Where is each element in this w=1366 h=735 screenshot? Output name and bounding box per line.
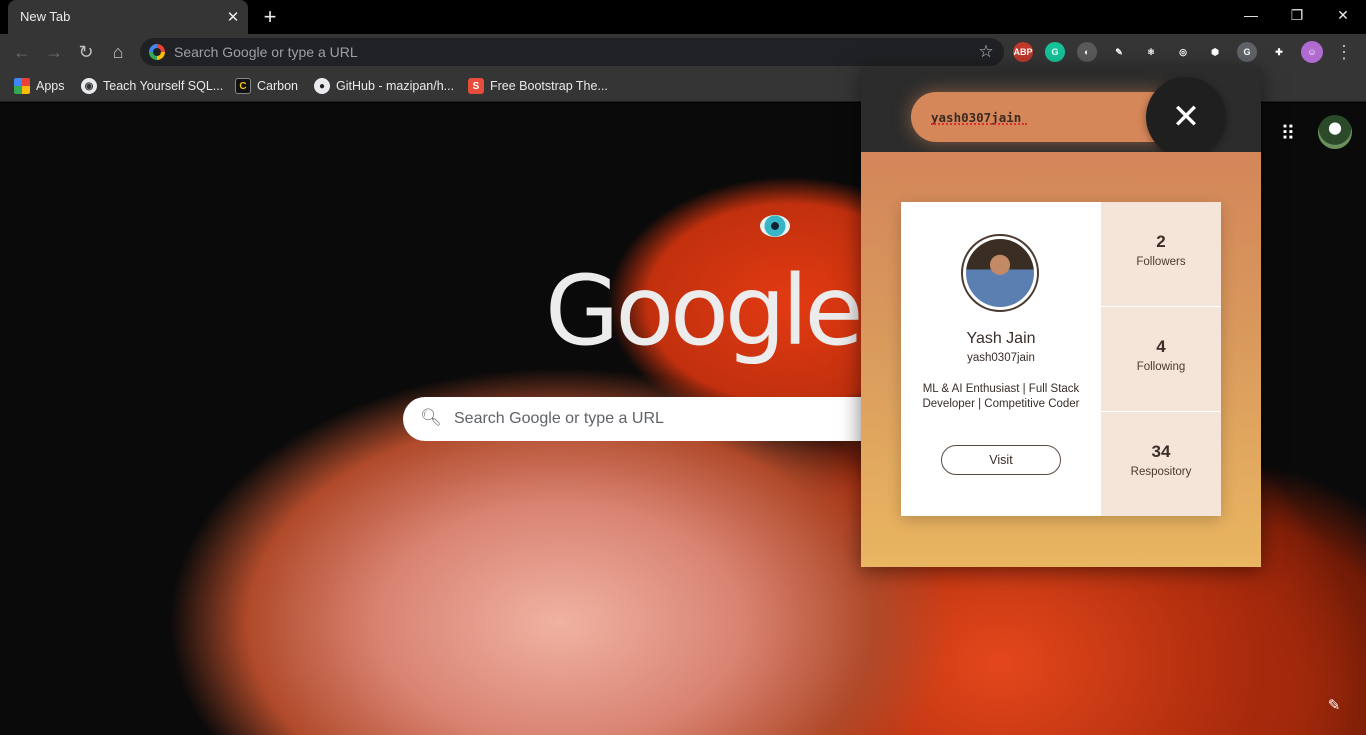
bookmark-label: Teach Yourself SQL... — [103, 79, 224, 93]
spellcheck-underline — [931, 123, 1027, 125]
google-logo: Google — [545, 255, 864, 367]
profile-avatar — [961, 234, 1039, 312]
profile-username: yash0307jain — [967, 352, 1035, 364]
pen-extension-icon[interactable]: ✎ — [1109, 42, 1129, 62]
search-icon: 🔍︎ — [420, 408, 442, 427]
stat-value: 34 — [1151, 442, 1171, 461]
bookmark-apps[interactable]: Apps — [14, 76, 65, 96]
menu-kebab-icon[interactable]: ⋮ — [1330, 38, 1358, 66]
back-arrow-icon[interactable]: ← — [8, 38, 36, 66]
omnibox[interactable]: Search Google or type a URL ☆ — [140, 38, 1004, 66]
tab-close-icon[interactable]: ✕ — [222, 6, 244, 28]
tab-title: New Tab — [20, 9, 71, 24]
bookmark-label: Carbon — [257, 79, 298, 93]
cube-extension-icon[interactable]: ⬢ — [1205, 42, 1225, 62]
s-icon: S — [468, 78, 484, 94]
stat-value: 4 — [1156, 337, 1166, 356]
bookmark-label: GitHub - mazipan/h... — [336, 79, 455, 93]
adblock-plus-icon[interactable]: ABP — [1013, 42, 1033, 62]
apps-grid-icon — [14, 78, 30, 94]
carbon-icon: C — [235, 78, 251, 94]
bookmark-carbon[interactable]: C Carbon — [235, 76, 298, 96]
profile-photo — [966, 239, 1034, 307]
bookmark-bootstrap[interactable]: S Free Bootstrap The... — [468, 76, 608, 96]
omnibox-placeholder: Search Google or type a URL — [174, 44, 358, 60]
stat-repositories: 34 Respository — [1101, 412, 1221, 516]
customize-pencil-icon[interactable]: ✎ — [1322, 693, 1346, 717]
username-input[interactable] — [911, 92, 1181, 142]
github-icon: ● — [314, 78, 330, 94]
puzzle-extensions-icon[interactable]: ✚ — [1269, 42, 1289, 62]
target-extension-icon[interactable]: ◎ — [1173, 42, 1193, 62]
profile-card: Yash Jain yash0307jain ML & AI Enthusias… — [901, 202, 1221, 516]
ntp-search-placeholder: Search Google or type a URL — [454, 410, 664, 427]
stat-label: Respository — [1130, 466, 1192, 478]
bookmark-label: Apps — [36, 79, 65, 93]
bookmark-star-icon[interactable]: ☆ — [974, 40, 998, 64]
react-devtools-icon[interactable]: ⚛ — [1141, 42, 1161, 62]
tab-strip: New Tab ✕ + — ❐ ✕ — [0, 0, 1366, 34]
grammarly-icon[interactable]: G — [1045, 42, 1065, 62]
browser-toolbar: ← → ↻ ⌂ Search Google or type a URL ☆ AB… — [0, 34, 1366, 70]
popup-body: Yash Jain yash0307jain ML & AI Enthusias… — [861, 152, 1261, 567]
stat-followers: 2 Followers — [1101, 202, 1221, 307]
account-avatar[interactable] — [1318, 115, 1352, 149]
profile-avatar-icon[interactable]: ☺ — [1301, 41, 1323, 63]
visit-button[interactable]: Visit — [941, 445, 1061, 475]
bookmark-github[interactable]: ● GitHub - mazipan/h... — [314, 76, 454, 96]
profile-info: Yash Jain yash0307jain ML & AI Enthusias… — [901, 202, 1101, 516]
minimize-button[interactable]: — — [1228, 0, 1274, 30]
reload-icon[interactable]: ↻ — [72, 38, 100, 66]
globe-icon: ◉ — [81, 78, 97, 94]
ntp-search-box[interactable]: 🔍︎ Search Google or type a URL — [403, 397, 923, 441]
home-icon[interactable]: ⌂ — [104, 38, 132, 66]
forward-arrow-icon[interactable]: → — [40, 38, 68, 66]
profile-name: Yash Jain — [966, 330, 1036, 347]
new-tab-button[interactable]: + — [258, 5, 282, 29]
popup-header: ✕ — [861, 67, 1261, 157]
tab-new-tab[interactable]: New Tab ✕ — [8, 0, 248, 34]
github-profile-extension-icon[interactable]: G — [1237, 42, 1257, 62]
github-profile-popup: ✕ Yash Jain yash0307jain ML & AI Enthusi… — [861, 67, 1261, 567]
stat-label: Following — [1136, 361, 1186, 373]
stat-label: Followers — [1136, 256, 1186, 268]
bookmark-sql[interactable]: ◉ Teach Yourself SQL... — [81, 76, 223, 96]
extension-circle-icon[interactable]: ◐ — [1077, 42, 1097, 62]
close-icon[interactable]: ✕ — [1146, 77, 1226, 157]
google-apps-icon[interactable]: ⠿ — [1274, 119, 1302, 147]
stat-value: 2 — [1156, 232, 1166, 251]
profile-bio: ML & AI Enthusiast | Full Stack Develope… — [922, 383, 1080, 410]
window-close-button[interactable]: ✕ — [1320, 0, 1366, 30]
stat-following: 4 Following — [1101, 307, 1221, 412]
bookmark-label: Free Bootstrap The... — [490, 79, 608, 93]
restore-button[interactable]: ❐ — [1274, 0, 1320, 30]
google-g-icon — [149, 44, 165, 60]
background-photo-detail — [760, 215, 790, 237]
